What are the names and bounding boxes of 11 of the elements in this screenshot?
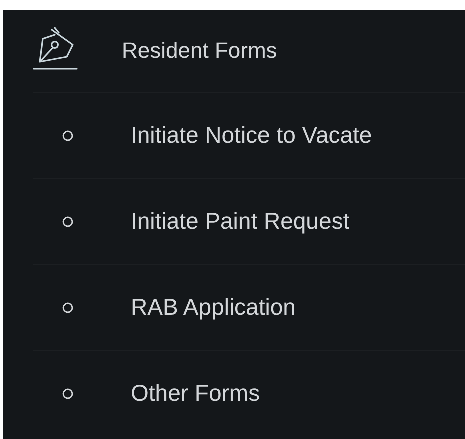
pen-nib-icon [33, 27, 79, 71]
circle-bullet-icon [62, 302, 74, 314]
menu-item[interactable]: RAB Application [33, 264, 465, 350]
menu-item[interactable]: Other Forms [33, 350, 465, 436]
menu-item[interactable]: Initiate Paint Request [33, 178, 465, 264]
section-header[interactable]: Resident Forms [3, 10, 465, 92]
menu-item[interactable]: Initiate Notice to Vacate [33, 92, 465, 178]
circle-bullet-icon [62, 130, 74, 142]
circle-bullet-icon [62, 388, 74, 400]
section-title: Resident Forms [122, 38, 278, 64]
circle-bullet-icon [62, 216, 74, 228]
